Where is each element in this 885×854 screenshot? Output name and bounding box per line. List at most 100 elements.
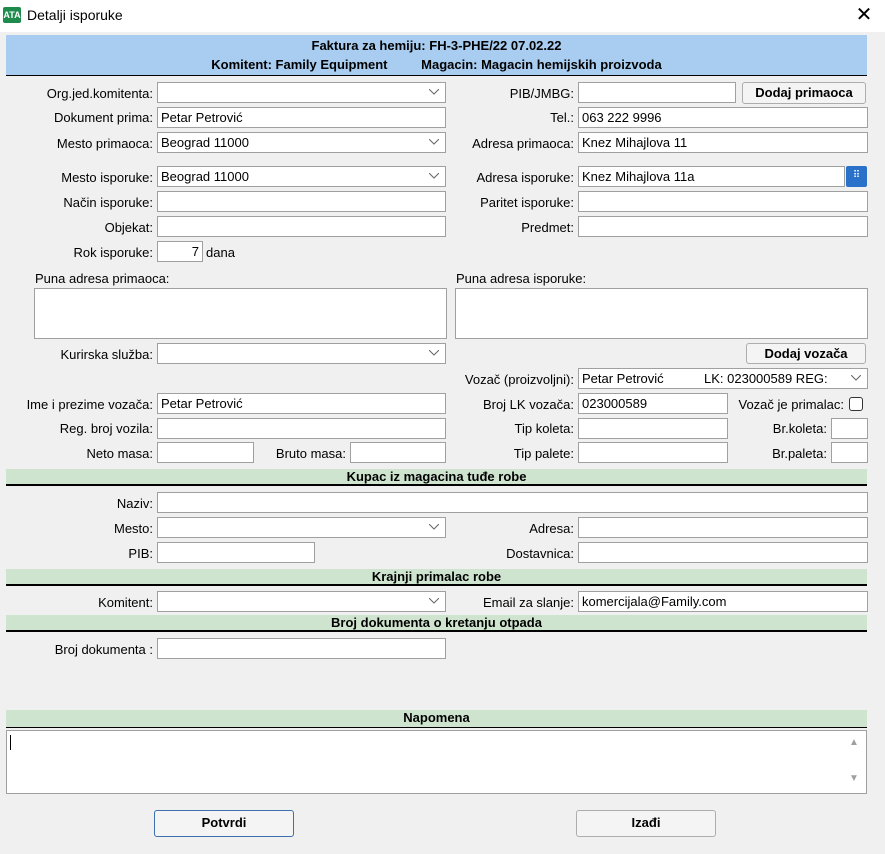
komitent-label: Komitent: bbox=[98, 595, 153, 610]
puna-adresa-isporuke-label: Puna adresa isporuke: bbox=[456, 271, 587, 286]
ime-prezime-vozaca-input[interactable]: Petar Petrović bbox=[157, 393, 446, 414]
neto-masa-label: Neto masa: bbox=[86, 446, 153, 461]
org-jed-label: Org.jed.komitenta: bbox=[46, 86, 153, 101]
puna-adresa-primaoca-textarea[interactable] bbox=[34, 288, 447, 339]
org-jed-combo[interactable] bbox=[157, 82, 446, 103]
adresa-isporuke-label: Adresa isporuke: bbox=[476, 170, 574, 185]
br-koleta-label: Br.koleta: bbox=[772, 421, 827, 436]
puna-adresa-isporuke-textarea[interactable] bbox=[455, 288, 868, 339]
chevron-down-icon bbox=[423, 133, 445, 152]
vozac-je-primalac-checkbox[interactable] bbox=[849, 397, 863, 411]
chevron-down-icon bbox=[423, 83, 445, 102]
magacin-info: Magacin: Magacin hemijskih proizvoda bbox=[421, 57, 662, 72]
mesto-primaoca-combo[interactable]: Beograd 11000 bbox=[157, 132, 446, 153]
dokument-prima-label: Dokument prima: bbox=[54, 110, 153, 125]
invoice-title: Faktura za hemiju: FH-3-PHE/22 07.02.22 bbox=[311, 38, 562, 53]
adresa-isporuke-input[interactable]: Knez Mihajlova 11a bbox=[578, 166, 845, 187]
krajnji-primalac-section-header: Krajnji primalac robe bbox=[6, 569, 867, 586]
add-driver-button[interactable]: Dodaj vozača bbox=[746, 343, 866, 364]
pib-jmbg-input[interactable] bbox=[578, 82, 736, 103]
email-za-slanje-label: Email za slanje: bbox=[482, 595, 574, 610]
broj-dokumenta-input[interactable] bbox=[157, 638, 446, 659]
window-title: Detalji isporuke bbox=[27, 7, 123, 23]
pib-input[interactable] bbox=[157, 542, 315, 563]
mesto-isporuke-label: Mesto isporuke: bbox=[61, 170, 153, 185]
tip-koleta-label: Tip koleta: bbox=[514, 421, 575, 436]
rok-isporuke-input[interactable]: 7 bbox=[157, 241, 203, 262]
exit-button[interactable]: Izađi bbox=[576, 810, 716, 837]
kupac-section-header: Kupac iz magacina tuđe robe bbox=[6, 469, 867, 486]
adresa-input[interactable] bbox=[578, 517, 868, 538]
komitent-combo[interactable] bbox=[157, 591, 446, 612]
mesto-isporuke-combo[interactable]: Beograd 11000 bbox=[157, 166, 446, 187]
dana-label: dana bbox=[206, 245, 235, 260]
email-za-slanje-input[interactable]: komercijala@Family.com bbox=[578, 591, 868, 612]
adresa-label: Adresa: bbox=[529, 521, 574, 536]
mesto-combo[interactable] bbox=[157, 517, 446, 538]
confirm-button[interactable]: Potvrdi bbox=[154, 810, 294, 837]
bruto-masa-input[interactable] bbox=[350, 442, 446, 463]
scroll-down-icon[interactable]: ▼ bbox=[846, 773, 862, 789]
dostavnica-label: Dostavnica: bbox=[506, 546, 574, 561]
chevron-down-icon bbox=[423, 344, 445, 363]
tel-input[interactable]: 063 222 9996 bbox=[578, 107, 868, 128]
paritet-isporuke-label: Paritet isporuke: bbox=[480, 195, 574, 210]
vozac-je-primalac-label: Vozač je primalac: bbox=[738, 397, 845, 412]
address-picker-icon[interactable]: ⠿ bbox=[846, 166, 867, 187]
mesto-primaoca-label: Mesto primaoca: bbox=[56, 136, 153, 151]
pib-label: PIB: bbox=[128, 546, 153, 561]
naziv-label: Naziv: bbox=[116, 496, 153, 511]
napomena-section-header: Napomena bbox=[6, 710, 867, 728]
vozac-proizvoljni-label: Vozač (proizvoljni): bbox=[464, 372, 574, 387]
dokument-prima-input[interactable]: Petar Petrović bbox=[157, 107, 446, 128]
broj-lk-vozaca-input[interactable]: 023000589 bbox=[578, 393, 728, 414]
pib-jmbg-label: PIB/JMBG: bbox=[509, 86, 574, 101]
vozac-proizvoljni-combo[interactable]: Petar Petrović LK: 023000589 REG: bbox=[578, 368, 868, 389]
tel-label: Tel.: bbox=[550, 110, 574, 125]
paritet-isporuke-input[interactable] bbox=[578, 191, 868, 212]
neto-masa-input[interactable] bbox=[157, 442, 254, 463]
nacin-isporuke-input[interactable] bbox=[157, 191, 446, 212]
reg-broj-vozila-input[interactable] bbox=[157, 418, 446, 439]
br-paleta-input[interactable] bbox=[831, 442, 868, 463]
komitent-info: Komitent: Family Equipment bbox=[211, 57, 388, 72]
adresa-primaoca-label: Adresa primaoca: bbox=[472, 136, 574, 151]
broj-dokumenta-label: Broj dokumenta : bbox=[54, 642, 153, 657]
adresa-primaoca-input[interactable]: Knez Mihajlova 11 bbox=[578, 132, 868, 153]
vozac-lk-reg: LK: 023000589 REG: bbox=[704, 371, 828, 386]
add-recipient-button[interactable]: Dodaj primaoca bbox=[742, 82, 866, 104]
broj-lk-vozaca-label: Broj LK vozača: bbox=[482, 397, 574, 412]
ime-prezime-vozaca-label: Ime i prezime vozača: bbox=[26, 397, 153, 412]
napomena-textarea[interactable]: ▲ ▼ bbox=[6, 730, 867, 794]
objekat-input[interactable] bbox=[157, 216, 446, 237]
nacin-isporuke-label: Način isporuke: bbox=[63, 195, 153, 210]
br-koleta-input[interactable] bbox=[831, 418, 868, 439]
predmet-input[interactable] bbox=[578, 216, 868, 237]
kurirska-sluzba-label: Kurirska služba: bbox=[60, 347, 153, 362]
rok-isporuke-label: Rok isporuke: bbox=[73, 245, 153, 260]
text-cursor bbox=[10, 735, 11, 750]
chevron-down-icon bbox=[845, 369, 867, 388]
predmet-label: Predmet: bbox=[521, 220, 574, 235]
bruto-masa-label: Bruto masa: bbox=[275, 446, 346, 461]
invoice-header: Faktura za hemiju: FH-3-PHE/22 07.02.22 … bbox=[6, 35, 867, 76]
tip-koleta-input[interactable] bbox=[578, 418, 728, 439]
br-paleta-label: Br.paleta: bbox=[772, 446, 827, 461]
tip-palete-label: Tip palete: bbox=[513, 446, 574, 461]
mesto-label: Mesto: bbox=[113, 521, 153, 536]
chevron-down-icon bbox=[423, 518, 445, 537]
chevron-down-icon bbox=[423, 167, 445, 186]
reg-broj-vozila-label: Reg. broj vozila: bbox=[59, 421, 153, 436]
scroll-up-icon[interactable]: ▲ bbox=[846, 737, 862, 753]
close-icon[interactable]: ✕ bbox=[849, 2, 879, 30]
naziv-input[interactable] bbox=[157, 492, 868, 513]
objekat-label: Objekat: bbox=[104, 220, 153, 235]
dostavnica-input[interactable] bbox=[578, 542, 868, 563]
puna-adresa-primaoca-label: Puna adresa primaoca: bbox=[35, 271, 170, 286]
title-bar: ATA Detalji isporuke ✕ bbox=[0, 0, 885, 32]
otpad-section-header: Broj dokumenta o kretanju otpada bbox=[6, 615, 867, 632]
chevron-down-icon bbox=[423, 592, 445, 611]
app-icon: ATA bbox=[3, 7, 21, 23]
kurirska-sluzba-combo[interactable] bbox=[157, 343, 446, 364]
tip-palete-input[interactable] bbox=[578, 442, 728, 463]
